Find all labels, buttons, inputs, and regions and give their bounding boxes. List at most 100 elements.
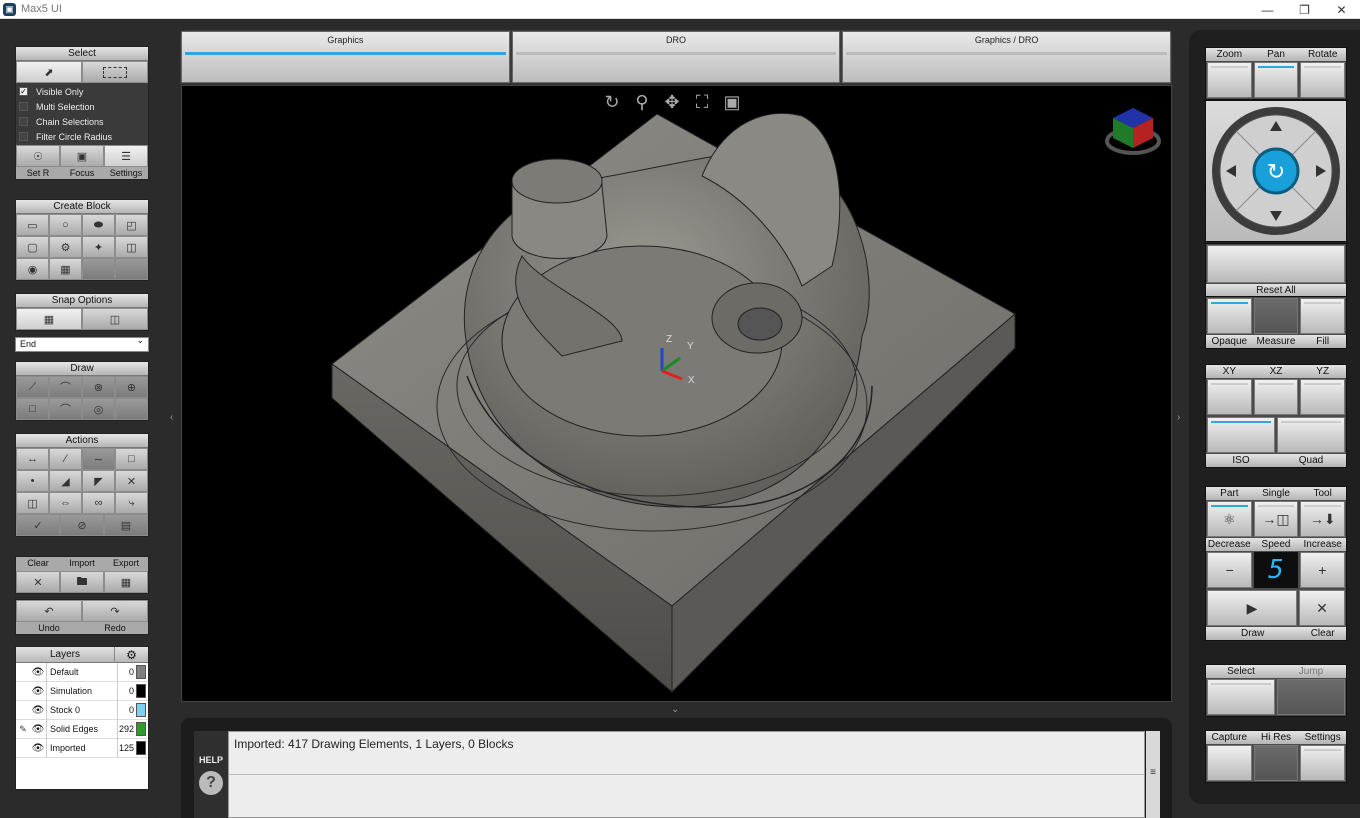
offset-action-button[interactable]: □ (115, 448, 148, 470)
chamfer-action-button[interactable]: ◢ (49, 470, 82, 492)
layer-color-swatch[interactable] (136, 665, 146, 679)
left-collapse-chevron-icon[interactable]: ‹ (170, 412, 173, 423)
rectangle-tool-button[interactable]: □ (16, 398, 49, 420)
rotate-mode-button[interactable] (1300, 62, 1346, 98)
fill-button[interactable] (1300, 298, 1346, 334)
point-block-button[interactable]: ◉ (16, 258, 49, 280)
undo-button[interactable]: ↶ (16, 600, 82, 622)
magic-block-button[interactable]: ✦ (82, 236, 115, 258)
filter-circle-radius-option[interactable]: Filter Circle Radius (16, 129, 148, 144)
arc3-tool-button[interactable]: ⌒ (49, 398, 82, 420)
single-mode-button[interactable]: →◫ (1253, 501, 1299, 537)
graphics-viewport[interactable]: Z Y X ↻ ⚲ ✥ ⛶ ▣ (181, 85, 1172, 702)
zoom-mode-button[interactable] (1207, 62, 1252, 98)
multi-selection-option[interactable]: Multi Selection (16, 99, 148, 114)
xz-view-button[interactable] (1253, 379, 1299, 415)
rotate-view-icon[interactable]: ↻ (602, 92, 622, 113)
tab-graphics[interactable]: Graphics (181, 31, 510, 83)
box-block-button[interactable]: ◫ (115, 236, 148, 258)
transform-action-button[interactable]: ◫ (16, 492, 49, 514)
measure-button[interactable] (1253, 298, 1299, 334)
layer-row[interactable]: ✎ 👁 Solid Edges 292 (16, 719, 148, 739)
quad-view-button[interactable] (1277, 417, 1345, 453)
eye-icon[interactable]: 👁 (30, 724, 46, 735)
link-action-button[interactable]: ∞ (82, 492, 115, 514)
tab-graphics-dro[interactable]: Graphics / DRO (842, 31, 1172, 83)
clear-button[interactable]: ✕ (16, 571, 60, 593)
frame-block-button[interactable]: ▢ (16, 236, 49, 258)
console-output[interactable]: Imported: 417 Drawing Elements, 1 Layers… (228, 731, 1145, 818)
layer-settings-gear-icon[interactable]: ⚙ (114, 647, 148, 662)
eye-icon[interactable]: 👁 (30, 705, 46, 716)
gear-block-button[interactable]: ⚙ (49, 236, 82, 258)
circle-3p-tool-button[interactable]: ◎ (82, 398, 115, 420)
axis-action-button[interactable]: ⤷ (115, 492, 148, 514)
view-cube-icon[interactable] (1105, 108, 1161, 155)
confirm-button[interactable]: ✓ (16, 514, 60, 536)
close-button[interactable]: ✕ (1323, 0, 1360, 19)
explode-action-button[interactable]: ✕ (115, 470, 148, 492)
capture-button[interactable] (1207, 745, 1252, 781)
maximize-button[interactable]: ❐ (1286, 0, 1323, 19)
tab-dro[interactable]: DRO (511, 31, 841, 83)
arc-tool-button[interactable]: ⌒ (49, 376, 82, 398)
set-r-button[interactable]: ☉ (16, 145, 60, 167)
layer-row[interactable]: 👁 Simulation 0 (16, 681, 148, 701)
clear-simulation-button[interactable]: ✕ (1299, 590, 1345, 626)
reset-all-button[interactable] (1207, 245, 1345, 283)
right-collapse-chevron-icon[interactable]: › (1177, 412, 1180, 423)
yz-view-button[interactable] (1300, 379, 1346, 415)
delete-button[interactable]: ▤ (104, 514, 148, 536)
rectangle-block-button[interactable]: ▭ (16, 214, 49, 236)
help-button[interactable]: HELP ? (194, 731, 228, 818)
object-snap-button[interactable]: ◫ (82, 308, 148, 330)
draw-play-button[interactable]: ▶ (1207, 590, 1297, 626)
cancel-button[interactable]: ⊘ (60, 514, 104, 536)
iso-view-button[interactable] (1207, 417, 1275, 453)
trim-action-button[interactable]: ∕ (49, 448, 82, 470)
surface-block-button[interactable]: ▦ (49, 258, 82, 280)
extend-action-button[interactable]: ↔ (16, 448, 49, 470)
visible-only-option[interactable]: ✓ Visible Only (16, 84, 148, 99)
snap-mode-select[interactable]: End (15, 334, 149, 352)
layer-row[interactable]: 👁 Stock 0 0 (16, 700, 148, 720)
visible-only-checkbox[interactable]: ✓ (19, 87, 28, 96)
zoom-magnifier-icon[interactable]: ⚲ (632, 92, 652, 113)
refresh-icon[interactable]: ↻ (1267, 160, 1285, 185)
import-button[interactable]: 🖿 (60, 571, 104, 593)
part-mode-button[interactable]: ⚛ (1207, 501, 1252, 537)
layer-color-swatch[interactable] (136, 722, 146, 736)
eye-icon[interactable]: 👁 (30, 667, 46, 678)
bottom-collapse-chevron-icon[interactable]: ⌄ (671, 704, 679, 715)
opaque-button[interactable] (1207, 298, 1252, 334)
select-settings-button[interactable]: ☰ (104, 145, 148, 167)
pan-move-icon[interactable]: ✥ (662, 92, 682, 113)
layer-color-swatch[interactable] (136, 703, 146, 717)
filter-circle-radius-checkbox[interactable] (19, 132, 28, 141)
layer-row[interactable]: 👁 Imported 125 (16, 738, 148, 758)
layer-row[interactable]: 👁 Default 0 (16, 662, 148, 682)
line-tool-button[interactable]: ⟋ (16, 376, 49, 398)
pointer-select-button[interactable]: ⬈ (16, 61, 82, 83)
circle-center-tool-button[interactable]: ⊗ (82, 376, 115, 398)
mirror-action-button[interactable]: ⇔ (49, 492, 82, 514)
tool-mode-button[interactable]: →⬇ (1300, 501, 1346, 537)
increase-speed-button[interactable]: + (1299, 552, 1345, 588)
layer-color-swatch[interactable] (136, 684, 146, 698)
point-action-button[interactable]: • (16, 470, 49, 492)
focus-button[interactable]: ▣ (60, 145, 104, 167)
point-tool-button[interactable]: ⊕ (115, 376, 148, 398)
redo-button[interactable]: ↷ (82, 600, 148, 622)
chain-selections-checkbox[interactable] (19, 117, 28, 126)
pan-mode-button[interactable] (1253, 62, 1299, 98)
eye-icon[interactable]: 👁 (30, 686, 46, 697)
layer-color-swatch[interactable] (136, 741, 146, 755)
fit-extents-icon[interactable]: ⛶ (692, 92, 712, 113)
chain-selections-option[interactable]: Chain Selections (16, 114, 148, 129)
join-action-button[interactable]: ∼ (82, 448, 115, 470)
eye-icon[interactable]: 👁 (30, 743, 46, 754)
export-button[interactable]: ▦ (104, 571, 148, 593)
pencil-icon[interactable]: ✎ (16, 724, 30, 735)
decrease-speed-button[interactable]: − (1207, 552, 1253, 588)
box-select-button[interactable] (82, 61, 148, 83)
